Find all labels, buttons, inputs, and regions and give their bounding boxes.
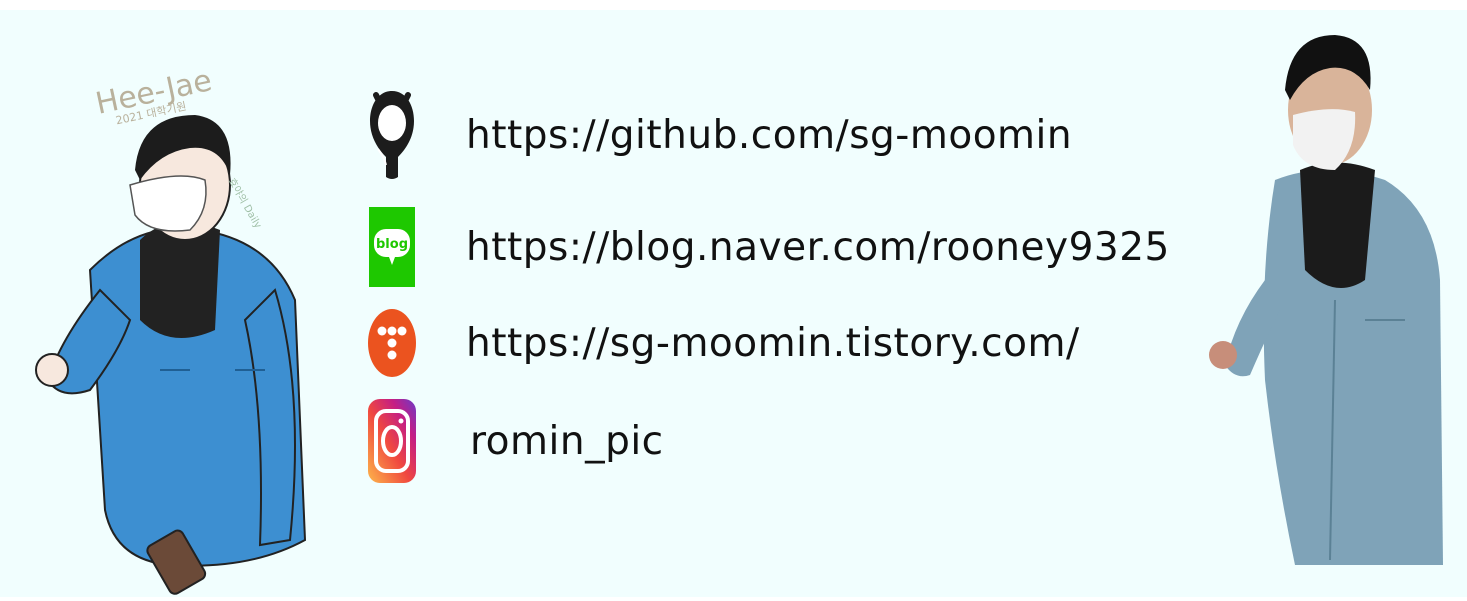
profile-photo bbox=[1205, 20, 1450, 575]
tistory-icon bbox=[368, 303, 416, 383]
illustrated-avatar bbox=[20, 70, 320, 597]
instagram-handle-text[interactable]: romin_pic bbox=[470, 419, 664, 464]
naver-blog-link-text[interactable]: https://blog.naver.com/rooney9325 bbox=[466, 225, 1170, 270]
link-github[interactable]: https://github.com/sg-moomin bbox=[368, 91, 1072, 179]
github-link-text[interactable]: https://github.com/sg-moomin bbox=[466, 113, 1072, 158]
link-naver-blog[interactable]: blog https://blog.naver.com/rooney9325 bbox=[368, 207, 1170, 287]
github-icon bbox=[368, 91, 416, 179]
link-tistory[interactable]: https://sg-moomin.tistory.com/ bbox=[368, 303, 1080, 383]
instagram-icon bbox=[368, 399, 416, 483]
tistory-link-text[interactable]: https://sg-moomin.tistory.com/ bbox=[466, 321, 1080, 366]
svg-text:blog: blog bbox=[376, 237, 408, 252]
naver-blog-icon: blog bbox=[368, 207, 416, 287]
link-instagram[interactable]: romin_pic bbox=[368, 399, 664, 483]
